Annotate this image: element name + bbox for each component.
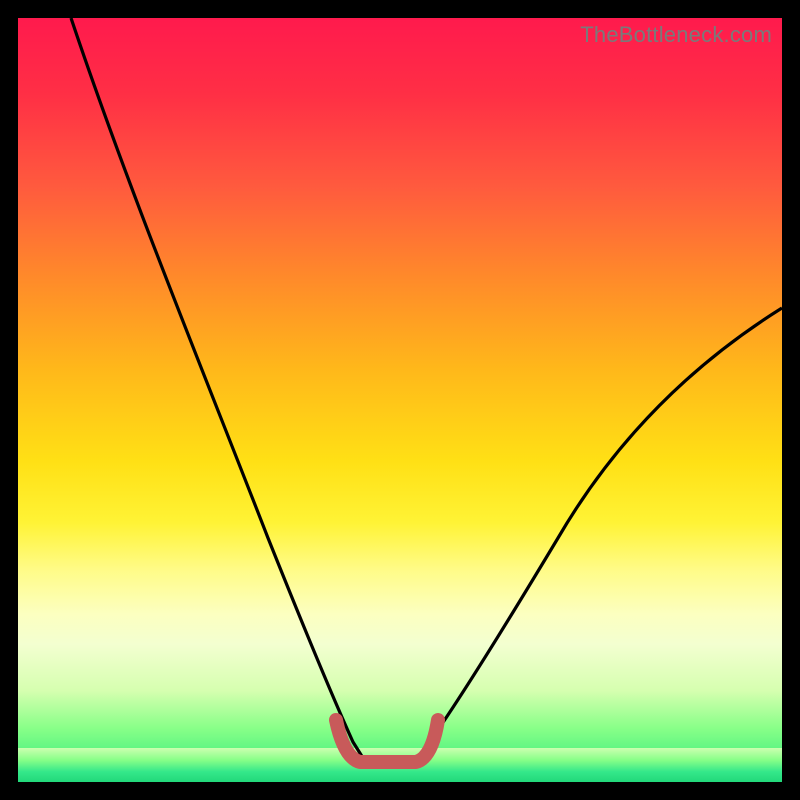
- bottleneck-curve-right: [418, 308, 782, 758]
- plot-area: TheBottleneck.com: [18, 18, 782, 782]
- watermark-text: TheBottleneck.com: [580, 22, 772, 48]
- chart-stage: TheBottleneck.com: [0, 0, 800, 800]
- bottleneck-curve-left: [71, 18, 363, 758]
- curve-layer: [18, 18, 782, 782]
